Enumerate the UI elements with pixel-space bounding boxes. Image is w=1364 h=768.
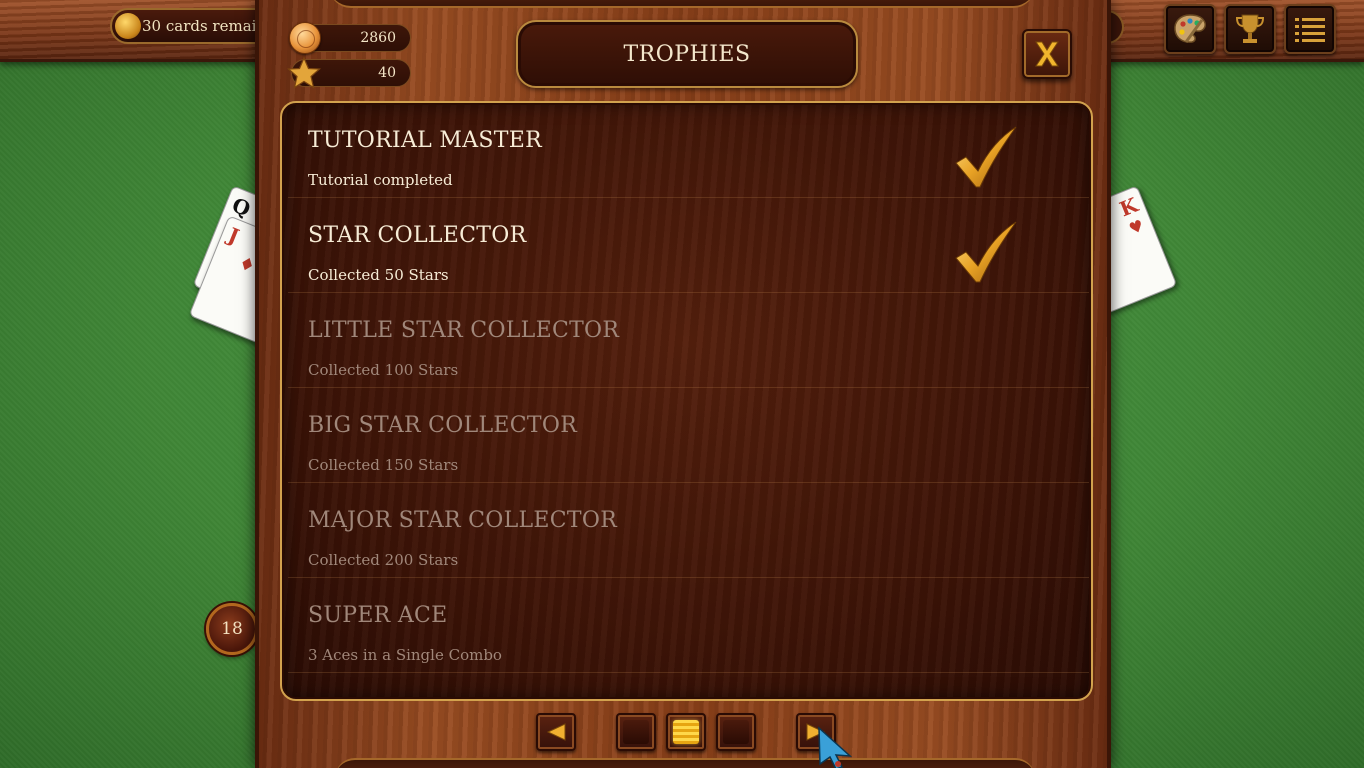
mouse-cursor-icon: [818, 726, 853, 768]
trophy-description: Collected 50 Stars: [308, 266, 449, 284]
checkmark-icon: [955, 126, 1017, 188]
trophy-title: STAR COLLECTOR: [308, 223, 527, 248]
star-icon: [286, 56, 322, 89]
previous-page-button[interactable]: [536, 713, 576, 751]
trophy-description: Collected 200 Stars: [308, 551, 459, 569]
page-indicator-3[interactable]: [716, 713, 756, 751]
close-icon: [1035, 41, 1059, 67]
trophies-button[interactable]: [1224, 4, 1276, 54]
page-indicator-2[interactable]: [666, 713, 706, 751]
menu-list-icon: [1295, 18, 1325, 42]
trophy-description: Collected 150 Stars: [308, 456, 459, 474]
trophy-title: SUPER ACE: [308, 603, 448, 628]
coins-value: 2860: [360, 30, 396, 46]
trophy-description: Collected 100 Stars: [308, 361, 459, 379]
palette-icon: [1174, 14, 1206, 43]
trophy-row[interactable]: BIG STAR COLLECTOR Collected 150 Stars: [288, 388, 1089, 483]
close-button[interactable]: [1022, 29, 1072, 79]
page-dot: [623, 720, 649, 744]
trophy-title: TUTORIAL MASTER: [308, 128, 542, 153]
dialog-top-trim: [329, 0, 1035, 8]
pill-knob-icon: [115, 13, 141, 39]
trophy-description: 3 Aces in a Single Combo: [308, 646, 502, 664]
page-indicator-1[interactable]: [616, 713, 656, 751]
trophy-title: BIG STAR COLLECTOR: [308, 413, 578, 438]
trophy-description: Tutorial completed: [308, 171, 453, 189]
trophy-title: MAJOR STAR COLLECTOR: [308, 508, 618, 533]
coin-icon: [289, 22, 321, 54]
checkmark-icon: [955, 221, 1017, 283]
trophy-row[interactable]: SUPER ACE 3 Aces in a Single Combo: [288, 578, 1089, 673]
heart-suit-icon: ♥: [1126, 215, 1147, 239]
dialog-title: TROPHIES: [516, 20, 858, 88]
trophy-row[interactable]: LITTLE STAR COLLECTOR Collected 100 Star…: [288, 293, 1089, 388]
dialog-bottom-trim: [335, 758, 1035, 768]
stars-counter: 40: [286, 56, 411, 89]
trophies-dialog: 2860 40 TROPHIES TUTORIAL MASTER Tutoria…: [255, 0, 1111, 768]
card-rank: J: [224, 222, 243, 249]
trophy-row[interactable]: TUTORIAL MASTER Tutorial completed: [288, 103, 1089, 198]
stars-value: 40: [378, 65, 396, 81]
menu-button[interactable]: [1284, 4, 1336, 54]
theme-button[interactable]: [1164, 4, 1216, 54]
page-dot-active: [673, 720, 699, 744]
stock-counter-badge: 18: [206, 603, 258, 655]
trophy-row[interactable]: MAJOR STAR COLLECTOR Collected 200 Stars: [288, 483, 1089, 578]
arrow-left-icon: [546, 723, 566, 741]
trophy-row[interactable]: STAR COLLECTOR Collected 50 Stars: [288, 198, 1089, 293]
trophy-title: LITTLE STAR COLLECTOR: [308, 318, 620, 343]
coins-counter: 2860: [289, 22, 411, 54]
trophies-list[interactable]: TUTORIAL MASTER Tutorial completed STAR …: [280, 101, 1093, 701]
trophy-icon: [1235, 14, 1265, 43]
page-dot: [723, 720, 749, 744]
